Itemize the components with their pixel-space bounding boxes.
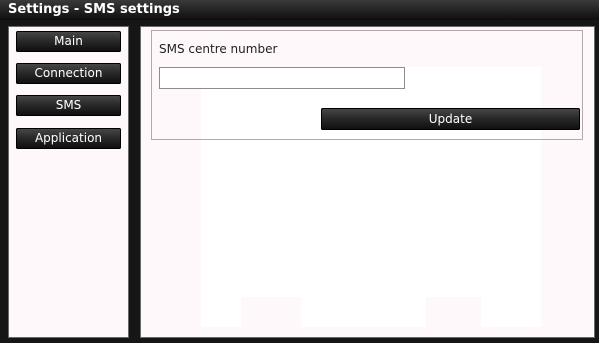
sidebar-item-sms[interactable]: SMS xyxy=(16,95,121,116)
sidebar-item-application[interactable]: Application xyxy=(16,128,121,149)
background-watermark-shape xyxy=(241,297,301,337)
settings-window: Settings - SMS settings Main Connection … xyxy=(0,0,599,343)
settings-sidebar: Main Connection SMS Application xyxy=(8,26,129,338)
sidebar-item-connection[interactable]: Connection xyxy=(16,63,121,84)
sms-centre-number-label: SMS centre number xyxy=(159,42,278,56)
sms-centre-group: SMS centre number Update xyxy=(151,30,583,140)
sidebar-item-main[interactable]: Main xyxy=(16,31,121,52)
window-title: Settings - SMS settings xyxy=(0,0,599,20)
sms-settings-panel: SMS centre number Update xyxy=(140,26,595,338)
update-button[interactable]: Update xyxy=(321,108,580,130)
sms-centre-number-input[interactable] xyxy=(159,67,405,89)
background-watermark-shape xyxy=(426,297,481,337)
